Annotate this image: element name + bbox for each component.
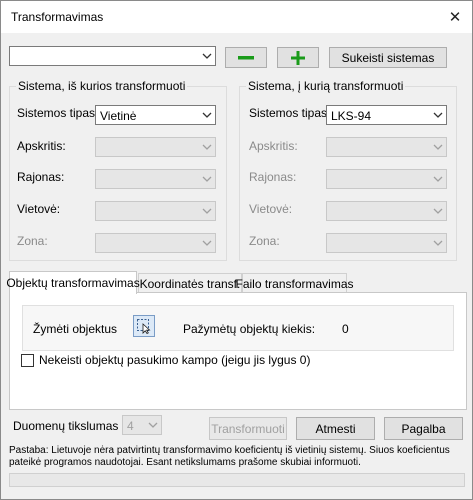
target-zone-label: Zona: xyxy=(249,234,280,248)
minus-icon xyxy=(238,55,254,59)
keep-rotation-checkbox[interactable] xyxy=(21,354,34,367)
target-district-label: Rajonas: xyxy=(249,170,297,184)
source-group-title: Sistema, iš kurios transformuoti xyxy=(16,79,188,93)
source-district-label: Rajonas: xyxy=(17,170,65,184)
marked-count-value: 0 xyxy=(342,322,349,336)
tab-coordinates[interactable]: Koordinatės transf. xyxy=(138,273,242,293)
swap-systems-button[interactable]: Sukeisti sistemas xyxy=(329,47,447,68)
help-button[interactable]: Pagalba xyxy=(384,417,463,440)
chevron-down-icon xyxy=(202,142,212,152)
precision-value: 4 xyxy=(127,419,134,433)
chevron-down-icon xyxy=(202,174,212,184)
source-district-select[interactable] xyxy=(95,169,216,189)
precision-select[interactable]: 4 xyxy=(122,415,162,435)
mark-objects-box: Žymėti objektus Pažymėtų objektų kiekis:… xyxy=(22,305,454,351)
target-type-value: LKS-94 xyxy=(331,109,372,123)
transform-preset-select[interactable] xyxy=(9,46,216,66)
keep-rotation-label: Nekeisti objektų pasukimo kampo (jeigu j… xyxy=(39,353,311,367)
chevron-down-icon xyxy=(202,238,212,248)
window-title: Transformavimas xyxy=(11,10,104,24)
target-type-label: Sistemos tipas: xyxy=(249,106,331,120)
source-type-select[interactable]: Vietinė xyxy=(95,105,216,125)
marked-count-label: Pažymėtų objektų kiekis: xyxy=(183,322,316,336)
target-place-label: Vietovė: xyxy=(249,202,293,216)
add-preset-button[interactable] xyxy=(277,47,319,68)
transform-button[interactable]: Transformuoti xyxy=(209,417,287,440)
target-district-select[interactable] xyxy=(326,169,447,189)
precision-label: Duomenų tikslumas xyxy=(13,419,119,433)
source-place-select[interactable] xyxy=(95,201,216,221)
chevron-down-icon xyxy=(433,174,443,184)
tab-file[interactable]: Failo transformavimas xyxy=(235,273,354,293)
source-county-label: Apskritis: xyxy=(17,139,66,153)
chevron-down-icon xyxy=(148,420,158,430)
close-icon: ✕ xyxy=(448,9,462,26)
remove-preset-button[interactable] xyxy=(225,47,267,68)
transform-dialog: Transformavimas ✕ Sukeisti sistemas Sist… xyxy=(0,0,473,500)
close-button[interactable]: ✕ xyxy=(444,7,466,27)
source-type-label: Sistemos tipas: xyxy=(17,106,99,120)
status-bar xyxy=(9,473,465,487)
chevron-down-icon xyxy=(202,51,212,61)
source-place-label: Vietovė: xyxy=(17,202,61,216)
target-county-select[interactable] xyxy=(326,137,447,157)
cancel-button[interactable]: Atmesti xyxy=(296,417,375,440)
chevron-down-icon xyxy=(202,110,212,120)
tab-objects[interactable]: Objektų transformavimas xyxy=(6,271,140,294)
target-type-select[interactable]: LKS-94 xyxy=(326,105,447,125)
objects-tab-panel: Žymėti objektus Pažymėtų objektų kiekis:… xyxy=(9,292,467,410)
target-place-select[interactable] xyxy=(326,201,447,221)
chevron-down-icon xyxy=(433,206,443,216)
title-bar: Transformavimas ✕ xyxy=(1,1,472,33)
mark-objects-label: Žymėti objektus xyxy=(33,322,118,336)
chevron-down-icon xyxy=(433,142,443,152)
plus-icon xyxy=(291,50,305,65)
mark-objects-button[interactable] xyxy=(133,315,155,337)
chevron-down-icon xyxy=(433,110,443,120)
source-type-value: Vietinė xyxy=(100,109,137,123)
source-zone-label: Zona: xyxy=(17,234,48,248)
chevron-down-icon xyxy=(433,238,443,248)
select-objects-icon xyxy=(137,319,151,334)
chevron-down-icon xyxy=(202,206,212,216)
source-county-select[interactable] xyxy=(95,137,216,157)
source-zone-select[interactable] xyxy=(95,233,216,253)
target-zone-select[interactable] xyxy=(326,233,447,253)
disclaimer-note: Pastaba: Lietuvoje nėra patvirtintų tran… xyxy=(9,445,450,468)
target-group-title: Sistema, į kurią transformuoti xyxy=(246,79,406,93)
target-county-label: Apskritis: xyxy=(249,139,298,153)
